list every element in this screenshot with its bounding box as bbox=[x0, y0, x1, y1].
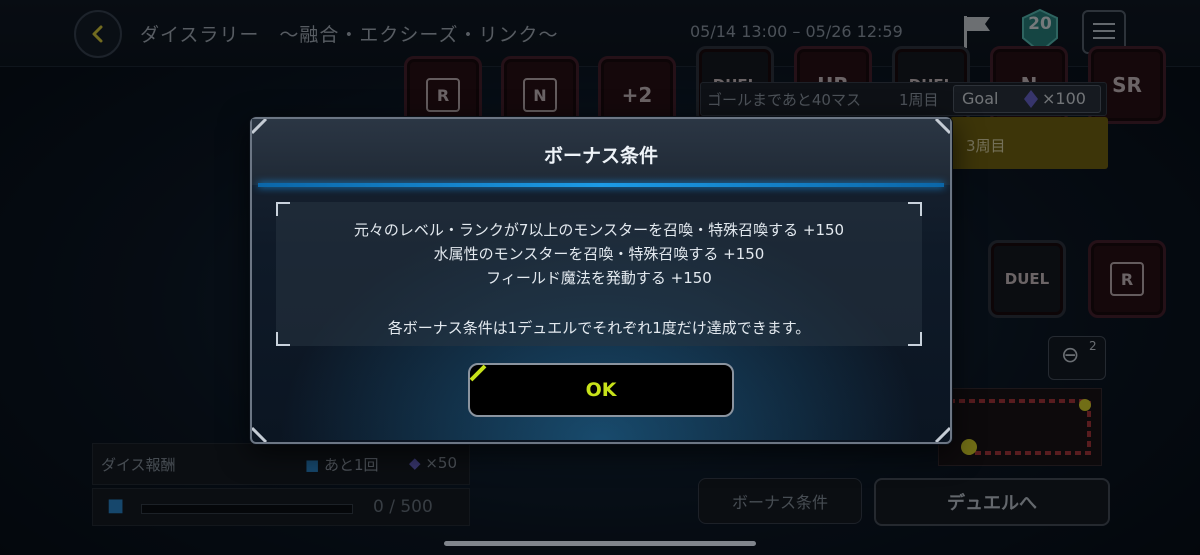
conditions-box: 元々のレベル・ランクが7以上のモンスターを召喚・特殊召喚する +150 水属性の… bbox=[276, 202, 922, 346]
condition-item: 元々のレベル・ランクが7以上のモンスターを召喚・特殊召喚する +150 bbox=[353, 221, 845, 239]
condition-note: 各ボーナス条件は1デュエルでそれぞれ1度だけ達成できます。 bbox=[387, 319, 811, 337]
condition-item: 水属性のモンスターを召喚・特殊召喚する +150 bbox=[433, 245, 765, 263]
home-indicator[interactable] bbox=[444, 541, 756, 546]
button-accent bbox=[469, 364, 487, 382]
condition-item: フィールド魔法を発動する +150 bbox=[486, 269, 712, 287]
ok-button[interactable]: OK bbox=[468, 363, 734, 417]
